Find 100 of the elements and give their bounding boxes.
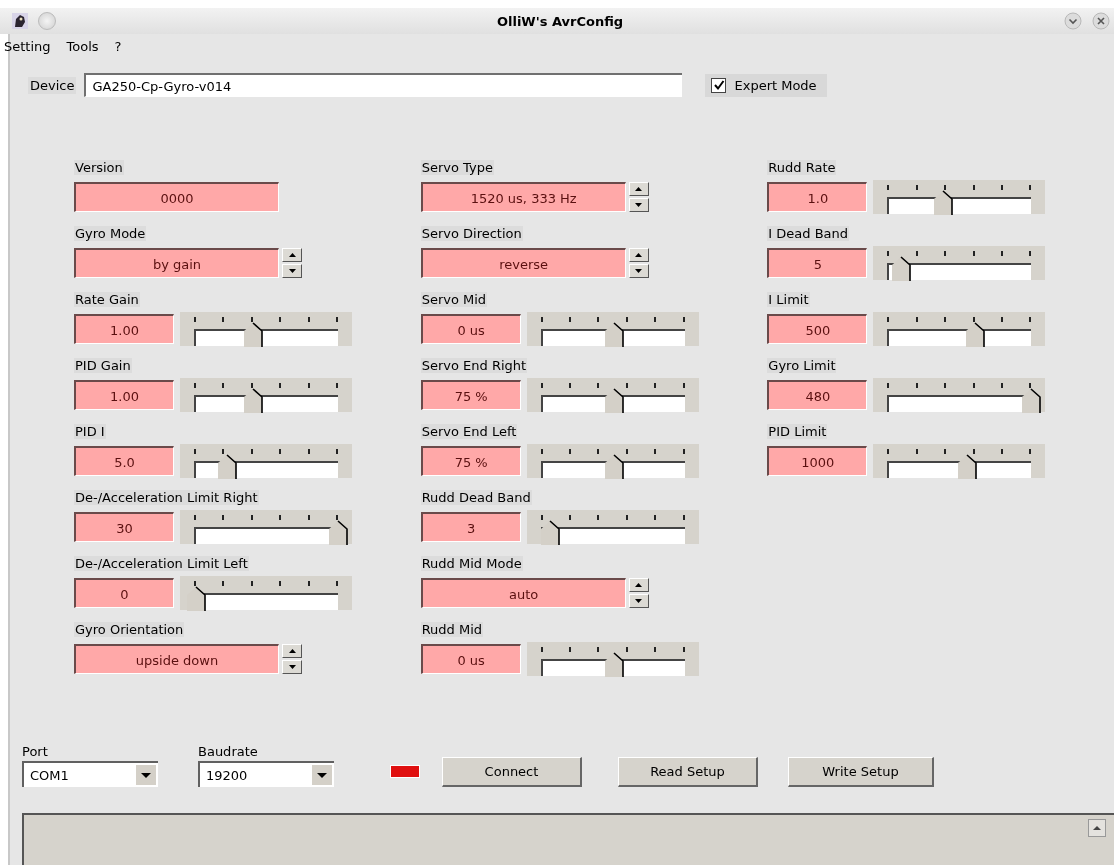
- value-field[interactable]: 0 us: [420, 314, 521, 344]
- spin-down-button[interactable]: [282, 660, 302, 674]
- action-button[interactable]: Connect: [442, 757, 582, 787]
- parameter-label: Gyro Limit: [767, 358, 837, 373]
- value-field[interactable]: 75 %: [420, 380, 521, 410]
- parameter-label: PID Gain: [74, 358, 132, 373]
- slider-thumb[interactable]: [603, 387, 624, 414]
- value-field[interactable]: 1520 us, 333 Hz: [420, 182, 626, 212]
- value-field[interactable]: 3: [420, 512, 521, 542]
- menu-item[interactable]: ?: [112, 39, 122, 61]
- parameter-label: Servo Direction: [420, 226, 523, 241]
- slider-thumb[interactable]: [603, 321, 624, 348]
- parameter-label: Rudd Dead Band: [420, 490, 532, 505]
- value-field[interactable]: 0: [74, 578, 174, 608]
- value-field[interactable]: 480: [767, 380, 868, 410]
- value-field[interactable]: 1.0: [767, 182, 868, 212]
- down-arrow-icon: [288, 269, 296, 273]
- menu-item[interactable]: Tools: [64, 39, 99, 61]
- baudrate-label: Baudrate: [198, 743, 259, 761]
- slider[interactable]: [526, 444, 699, 478]
- expert-mode-checkbox[interactable]: Expert Mode: [705, 73, 827, 97]
- parameter-label: Servo End Right: [420, 358, 528, 373]
- slider-thumb[interactable]: [890, 255, 911, 282]
- spin-down-button[interactable]: [628, 594, 649, 608]
- down-arrow-icon: [635, 203, 643, 207]
- slider[interactable]: [180, 312, 352, 346]
- spin-up-button[interactable]: [628, 182, 649, 196]
- parameter-label: De-/Acceleration Limit Right: [74, 490, 259, 505]
- parameter-label: I Limit: [767, 292, 810, 307]
- checkbox[interactable]: [711, 77, 727, 93]
- close-icon[interactable]: [1092, 12, 1110, 30]
- port-dropdown[interactable]: COM1: [22, 761, 158, 787]
- device-label: Device: [28, 76, 77, 94]
- value-field[interactable]: upside down: [74, 644, 279, 674]
- value-field[interactable]: 1.00: [74, 314, 174, 344]
- action-button[interactable]: Read Setup: [618, 757, 758, 787]
- value-field[interactable]: 1000: [767, 446, 868, 476]
- parameter-label: PID Limit: [767, 424, 828, 439]
- parameter-label: I Dead Band: [767, 226, 850, 241]
- value-field[interactable]: by gain: [74, 248, 279, 278]
- scroll-up-button[interactable]: [1088, 819, 1106, 837]
- minimize-icon[interactable]: [1064, 12, 1082, 30]
- slider[interactable]: [526, 510, 699, 544]
- spin-down-button[interactable]: [282, 264, 302, 278]
- value-field[interactable]: 0 us: [420, 644, 521, 674]
- slider-thumb[interactable]: [933, 189, 954, 216]
- up-arrow-icon: [635, 253, 643, 257]
- parameter-label: Servo Mid: [420, 292, 488, 307]
- value-field[interactable]: 5: [767, 248, 868, 278]
- slider-thumb[interactable]: [242, 321, 263, 348]
- value-field[interactable]: 1.00: [74, 380, 174, 410]
- baudrate-dropdown[interactable]: 19200: [198, 761, 334, 787]
- slider-thumb[interactable]: [328, 519, 348, 546]
- slider-thumb[interactable]: [539, 519, 560, 546]
- value-field[interactable]: 75 %: [420, 446, 521, 476]
- parameter-label: Servo End Left: [420, 424, 518, 439]
- device-field[interactable]: GA250-Cp-Gyro-v014: [84, 73, 683, 97]
- slider[interactable]: [526, 642, 699, 676]
- parameter-label: Gyro Orientation: [74, 622, 185, 637]
- slider[interactable]: [873, 180, 1046, 214]
- slider[interactable]: [526, 378, 699, 412]
- slider-thumb[interactable]: [242, 387, 263, 414]
- spin-down-button[interactable]: [628, 198, 649, 212]
- up-arrow-icon: [635, 187, 643, 191]
- slider-thumb[interactable]: [217, 453, 238, 480]
- parameter-label: De-/Acceleration Limit Left: [74, 556, 249, 571]
- spin-up-button[interactable]: [282, 644, 302, 658]
- up-arrow-icon: [288, 649, 296, 653]
- slider-thumb[interactable]: [603, 453, 624, 480]
- slider-thumb[interactable]: [1021, 387, 1042, 414]
- value-field[interactable]: 30: [74, 512, 174, 542]
- spin-down-button[interactable]: [628, 264, 649, 278]
- spin-up-button[interactable]: [282, 248, 302, 262]
- spin-up-button[interactable]: [628, 578, 649, 592]
- value-field[interactable]: reverse: [420, 248, 626, 278]
- slider[interactable]: [873, 246, 1046, 280]
- action-button[interactable]: Write Setup: [788, 757, 934, 787]
- value-field[interactable]: auto: [420, 578, 626, 608]
- parameter-label: Rudd Mid Mode: [420, 556, 523, 571]
- window-title: OlliW's AvrConfig: [495, 13, 625, 29]
- slider[interactable]: [873, 444, 1046, 478]
- value-field[interactable]: 500: [767, 314, 868, 344]
- slider-thumb[interactable]: [957, 453, 978, 480]
- slider-thumb[interactable]: [964, 321, 985, 348]
- parameter-label: Rudd Rate: [767, 160, 837, 175]
- slider-thumb[interactable]: [603, 651, 624, 678]
- value-field[interactable]: 5.0: [74, 446, 174, 476]
- value-field[interactable]: 0000: [74, 182, 279, 212]
- slider[interactable]: [873, 378, 1046, 412]
- slider[interactable]: [180, 444, 352, 478]
- expert-mode-label: Expert Mode: [734, 77, 817, 93]
- slider[interactable]: [180, 510, 352, 544]
- slider[interactable]: [180, 576, 352, 610]
- spin-up-button[interactable]: [628, 248, 649, 262]
- down-arrow-icon: [635, 599, 643, 603]
- slider[interactable]: [180, 378, 352, 412]
- slider-thumb[interactable]: [186, 585, 206, 612]
- slider[interactable]: [526, 312, 699, 346]
- menu-item[interactable]: Setting: [2, 39, 51, 61]
- slider[interactable]: [873, 312, 1046, 346]
